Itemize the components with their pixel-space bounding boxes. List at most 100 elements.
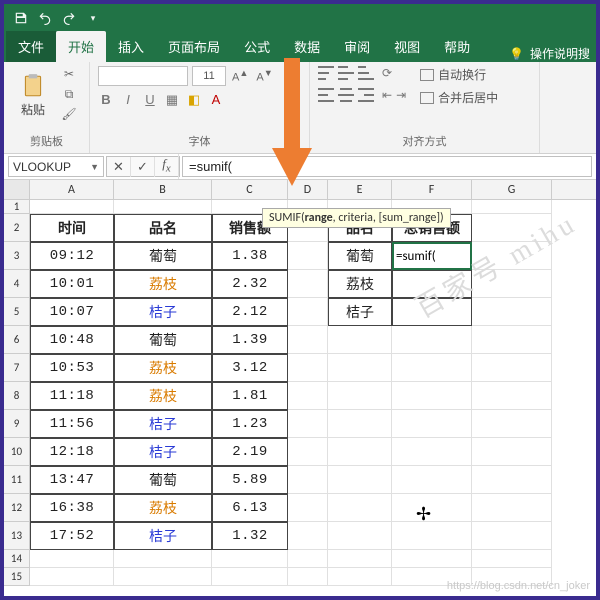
cell[interactable] bbox=[472, 214, 552, 242]
table1-name[interactable]: 葡萄 bbox=[114, 242, 212, 270]
cell[interactable] bbox=[328, 354, 392, 382]
cell[interactable] bbox=[472, 354, 552, 382]
insert-function-button[interactable]: fx bbox=[155, 154, 179, 179]
table1-sales[interactable]: 2.19 bbox=[212, 438, 288, 466]
merge-center-button[interactable]: 合并后居中 bbox=[420, 89, 498, 106]
table1-sales[interactable]: 6.13 bbox=[212, 494, 288, 522]
cell[interactable] bbox=[328, 382, 392, 410]
fill-color-button[interactable]: ◧ bbox=[186, 92, 202, 108]
cell[interactable] bbox=[288, 550, 328, 568]
tab-insert[interactable]: 插入 bbox=[106, 31, 156, 62]
row-header[interactable]: 11 bbox=[4, 466, 30, 494]
cell[interactable] bbox=[392, 466, 472, 494]
row-header[interactable]: 3 bbox=[4, 242, 30, 270]
cell[interactable] bbox=[114, 200, 212, 214]
table1-time[interactable]: 10:53 bbox=[30, 354, 114, 382]
align-middle-icon[interactable] bbox=[338, 66, 354, 80]
row-header[interactable]: 12 bbox=[4, 494, 30, 522]
align-right-icon[interactable] bbox=[358, 88, 374, 102]
cell[interactable] bbox=[472, 326, 552, 354]
row-header[interactable]: 14 bbox=[4, 550, 30, 568]
cell[interactable] bbox=[472, 200, 552, 214]
indent-increase-icon[interactable]: ⇥ bbox=[396, 88, 406, 102]
table1-sales[interactable]: 1.32 bbox=[212, 522, 288, 550]
cell[interactable] bbox=[472, 466, 552, 494]
table2-name[interactable]: 桔子 bbox=[328, 298, 392, 326]
table1-name[interactable]: 桔子 bbox=[114, 522, 212, 550]
bold-button[interactable]: B bbox=[98, 92, 114, 108]
table1-time[interactable]: 11:56 bbox=[30, 410, 114, 438]
cell[interactable] bbox=[288, 568, 328, 586]
col-header-E[interactable]: E bbox=[328, 180, 392, 199]
table1-sales[interactable]: 1.81 bbox=[212, 382, 288, 410]
table1-sales[interactable]: 2.32 bbox=[212, 270, 288, 298]
cell[interactable] bbox=[392, 522, 472, 550]
row-header[interactable]: 13 bbox=[4, 522, 30, 550]
cell[interactable] bbox=[472, 438, 552, 466]
table2-total[interactable] bbox=[392, 270, 472, 298]
indent-decrease-icon[interactable]: ⇤ bbox=[382, 88, 392, 102]
table1-name[interactable]: 葡萄 bbox=[114, 326, 212, 354]
table1-time[interactable]: 13:47 bbox=[30, 466, 114, 494]
align-bottom-icon[interactable] bbox=[358, 66, 374, 80]
table1-time[interactable]: 17:52 bbox=[30, 522, 114, 550]
align-left-icon[interactable] bbox=[318, 88, 334, 102]
table1-time[interactable]: 09:12 bbox=[30, 242, 114, 270]
table1-name[interactable]: 荔枝 bbox=[114, 270, 212, 298]
table1-sales[interactable]: 1.38 bbox=[212, 242, 288, 270]
cell[interactable] bbox=[328, 522, 392, 550]
table1-sales[interactable]: 1.23 bbox=[212, 410, 288, 438]
cell[interactable] bbox=[288, 242, 328, 270]
undo-icon[interactable] bbox=[36, 9, 54, 27]
cell[interactable] bbox=[328, 466, 392, 494]
underline-button[interactable]: U bbox=[142, 92, 158, 108]
row-header[interactable]: 2 bbox=[4, 214, 30, 242]
table1-header-time[interactable]: 时间 bbox=[30, 214, 114, 242]
table1-sales[interactable]: 3.12 bbox=[212, 354, 288, 382]
cell[interactable] bbox=[328, 438, 392, 466]
table1-time[interactable]: 11:18 bbox=[30, 382, 114, 410]
editing-cell[interactable]: =sumif( bbox=[392, 242, 472, 270]
cut-icon[interactable]: ✂ bbox=[60, 66, 78, 82]
border-button[interactable]: ▦ bbox=[164, 92, 180, 108]
row-header[interactable]: 5 bbox=[4, 298, 30, 326]
table1-header-name[interactable]: 品名 bbox=[114, 214, 212, 242]
cell[interactable] bbox=[328, 494, 392, 522]
tab-review[interactable]: 审阅 bbox=[332, 31, 382, 62]
table1-sales[interactable]: 5.89 bbox=[212, 466, 288, 494]
cell[interactable] bbox=[288, 438, 328, 466]
tab-home[interactable]: 开始 bbox=[56, 31, 106, 62]
cell[interactable] bbox=[288, 270, 328, 298]
cell[interactable] bbox=[472, 494, 552, 522]
table2-name[interactable]: 葡萄 bbox=[328, 242, 392, 270]
font-color-button[interactable]: A bbox=[208, 92, 224, 108]
formula-input[interactable]: =sumif( bbox=[182, 156, 592, 177]
table1-name[interactable]: 荔枝 bbox=[114, 382, 212, 410]
table1-time[interactable]: 10:48 bbox=[30, 326, 114, 354]
cell[interactable] bbox=[472, 550, 552, 568]
font-name-select[interactable] bbox=[98, 66, 188, 86]
cell[interactable] bbox=[30, 200, 114, 214]
cell[interactable] bbox=[288, 494, 328, 522]
redo-icon[interactable] bbox=[60, 9, 78, 27]
col-header-B[interactable]: B bbox=[114, 180, 212, 199]
cell[interactable] bbox=[288, 522, 328, 550]
wrap-text-button[interactable]: 自动换行 bbox=[420, 66, 498, 83]
tab-view[interactable]: 视图 bbox=[382, 31, 432, 62]
cell[interactable] bbox=[288, 466, 328, 494]
cell[interactable] bbox=[288, 382, 328, 410]
table1-sales[interactable]: 2.12 bbox=[212, 298, 288, 326]
cell[interactable] bbox=[212, 550, 288, 568]
grow-font-icon[interactable]: A▲ bbox=[230, 68, 250, 84]
row-header[interactable]: 9 bbox=[4, 410, 30, 438]
cell[interactable] bbox=[392, 326, 472, 354]
table1-name[interactable]: 葡萄 bbox=[114, 466, 212, 494]
align-top-icon[interactable] bbox=[318, 66, 334, 80]
qat-dropdown-icon[interactable]: ▾ bbox=[84, 9, 102, 27]
cell[interactable] bbox=[392, 550, 472, 568]
cell[interactable] bbox=[328, 326, 392, 354]
tab-file[interactable]: 文件 bbox=[6, 31, 56, 62]
col-header-G[interactable]: G bbox=[472, 180, 552, 199]
worksheet[interactable]: A B C D E F G 1 2 时间 品名 销售额 品名 总销售额 3 09… bbox=[4, 180, 596, 596]
table2-name[interactable]: 荔枝 bbox=[328, 270, 392, 298]
